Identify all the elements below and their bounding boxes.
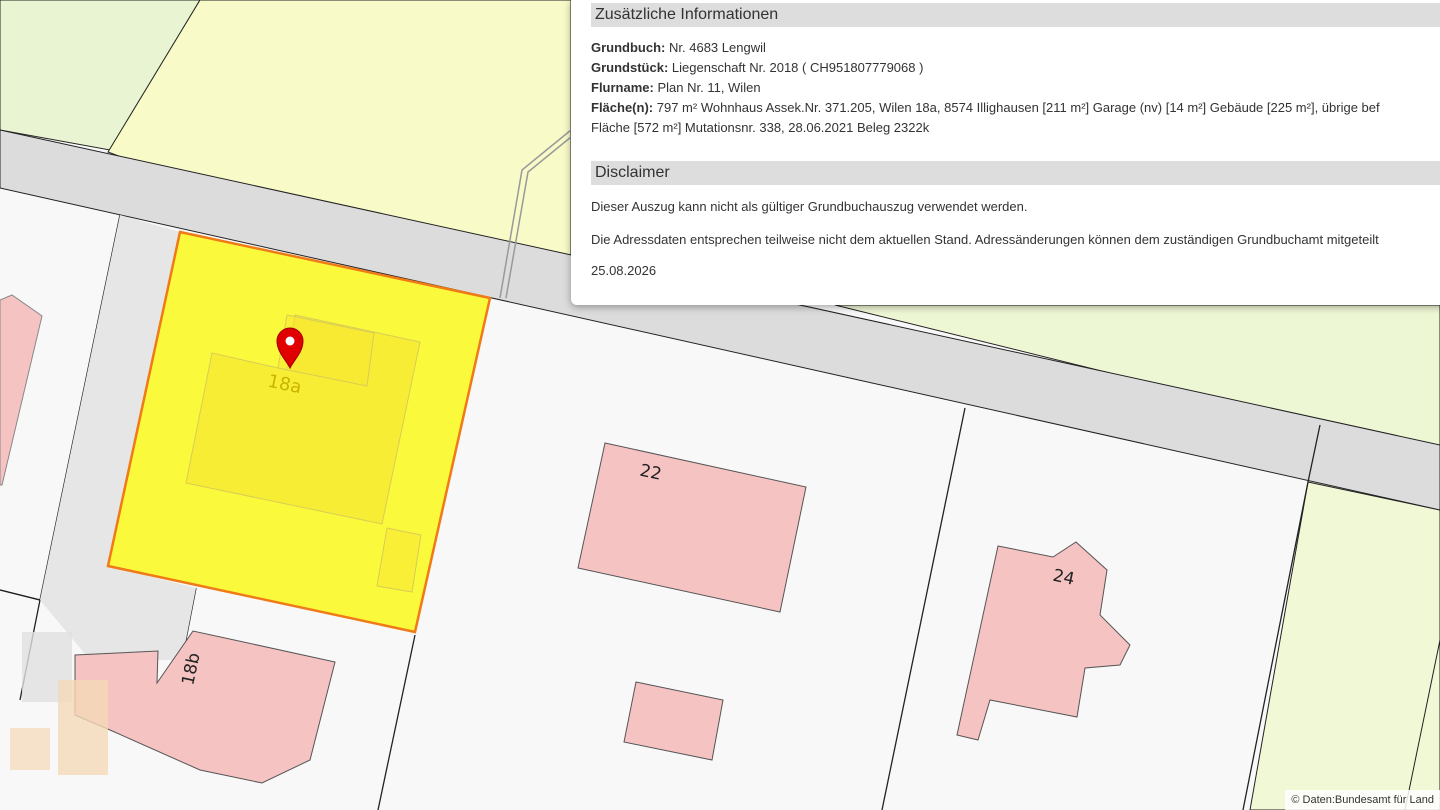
grundstueck-row: Grundstück: Liegenschaft Nr. 2018 ( CH95…: [591, 58, 923, 78]
parcel-line: [881, 407, 966, 810]
building-22-annex: [623, 681, 724, 761]
building-18b: [74, 630, 336, 784]
flaeche-value: 797 m² Wohnhaus Assek.Nr. 371.205, Wilen…: [656, 100, 1380, 115]
parcel-line: [377, 634, 416, 810]
building: [0, 294, 43, 486]
grundbuch-row: Grundbuch: Nr. 4683 Lengwil: [591, 38, 766, 58]
map-tile-overlay: [58, 680, 108, 775]
field-bottom-right: [1249, 481, 1440, 810]
info-panel: Zusätzliche Informationen Grundbuch: Nr.…: [571, 0, 1440, 305]
disclaimer-title: Disclaimer: [591, 161, 1440, 185]
disclaimer-text-2: Die Adressdaten entsprechen teilweise ni…: [591, 232, 1379, 247]
map-attribution[interactable]: © Daten:Bundesamt für Land: [1285, 790, 1440, 810]
flaeche-label: Fläche(n):: [591, 100, 654, 115]
grundstueck-value: Liegenschaft Nr. 2018 ( CH951807779068 ): [671, 60, 924, 75]
flurname-value: Plan Nr. 11, Wilen: [657, 80, 761, 95]
flaeche-row: Fläche(n): 797 m² Wohnhaus Assek.Nr. 371…: [591, 98, 1380, 118]
building-24: [956, 541, 1131, 741]
info-section-title: Zusätzliche Informationen: [591, 3, 1440, 27]
map-tile-overlay: [10, 728, 50, 770]
flurname-row: Flurname: Plan Nr. 11, Wilen: [591, 78, 761, 98]
grundstueck-label: Grundstück:: [591, 60, 669, 75]
flurname-label: Flurname:: [591, 80, 654, 95]
flaeche-value-line2: Fläche [572 m²] Mutationsnr. 338, 28.06.…: [591, 120, 930, 135]
disclaimer-text-1: Dieser Auszug kann nicht als gültiger Gr…: [591, 199, 1028, 214]
building-22: [577, 442, 807, 613]
grundbuch-value: Nr. 4683 Lengwil: [669, 40, 766, 55]
disclaimer-date: 25.08.2026: [591, 263, 657, 278]
grundbuch-label: Grundbuch:: [591, 40, 666, 55]
